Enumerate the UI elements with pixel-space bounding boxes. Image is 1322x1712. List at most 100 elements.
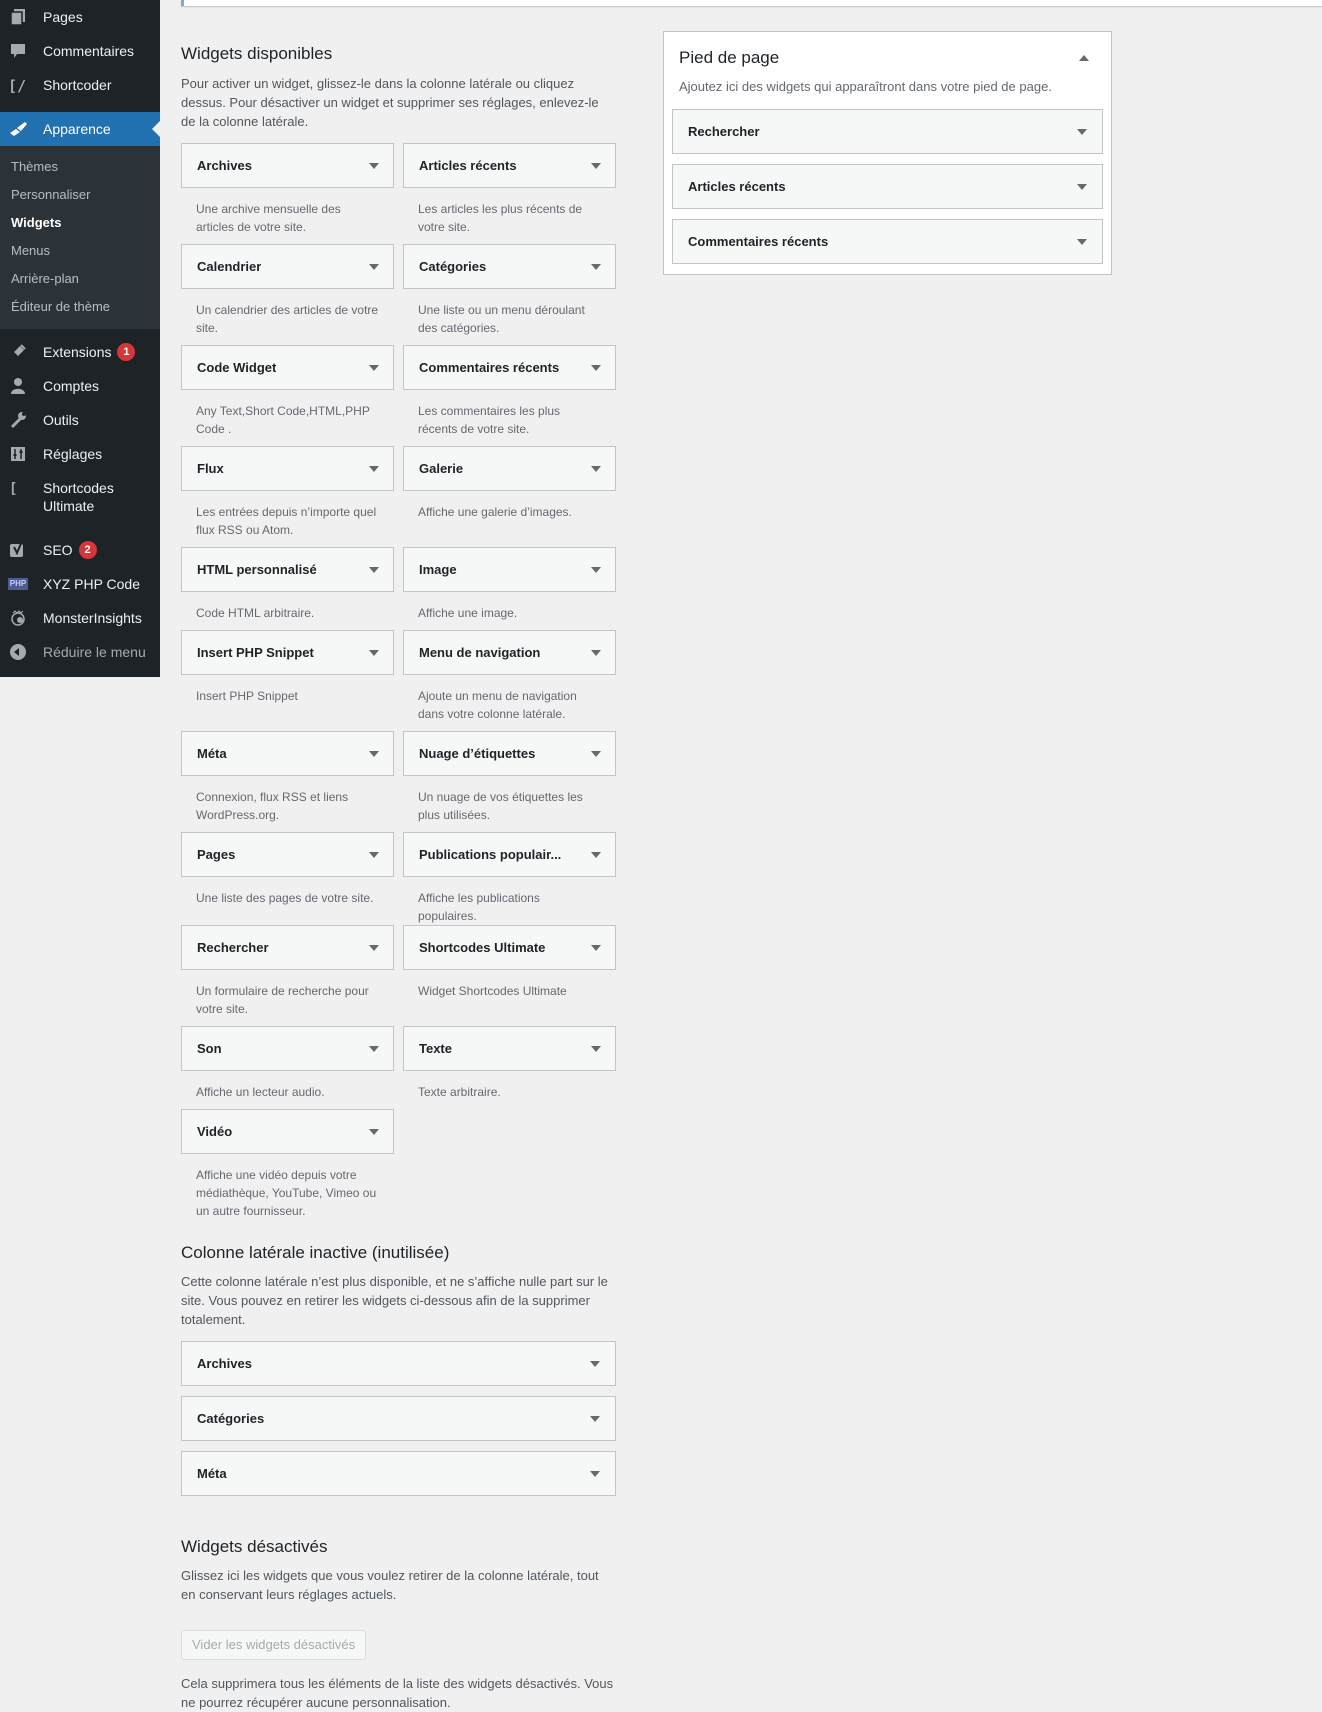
widget-handle[interactable]: Insert PHP Snippet	[181, 630, 394, 675]
expand-arrow-icon[interactable]	[1077, 183, 1087, 190]
footer-sidebar-widgets: Rechercher Articles récents Commentaires r…	[672, 109, 1103, 264]
available-widget[interactable]: Son Affiche un lecteur audio.	[181, 1026, 394, 1109]
menu-item-pages[interactable]: Pages	[0, 0, 160, 34]
widget-handle[interactable]: Méta	[181, 731, 394, 776]
available-widget[interactable]: Vidéo Affiche une vidéo depuis votre médi…	[181, 1109, 394, 1220]
menu-item-monsterinsights[interactable]: MonsterInsights	[0, 601, 160, 635]
submenu-item-widgets[interactable]: Widgets	[0, 209, 160, 237]
expand-arrow-icon[interactable]	[369, 263, 379, 270]
inactive-widget[interactable]: Archives	[181, 1341, 616, 1386]
expand-arrow-icon[interactable]	[591, 1045, 601, 1052]
footer-widget[interactable]: Rechercher	[672, 109, 1103, 154]
available-widget[interactable]: Archives Une archive mensuelle des articl…	[181, 143, 394, 244]
widget-handle[interactable]: Menu de navigation	[403, 630, 616, 675]
menu-item-xyz-php-code[interactable]: PHP XYZ PHP Code	[0, 567, 160, 601]
expand-arrow-icon[interactable]	[591, 566, 601, 573]
available-widget[interactable]: Méta Connexion, flux RSS et liens WordPre…	[181, 731, 394, 832]
available-widget[interactable]: Articles récents Les articles les plus ré…	[403, 143, 616, 244]
widget-handle[interactable]: Pages	[181, 832, 394, 877]
widget-handle[interactable]: Catégories	[403, 244, 616, 289]
widget-handle[interactable]: Shortcodes Ultimate	[403, 925, 616, 970]
expand-arrow-icon[interactable]	[591, 364, 601, 371]
widget-handle[interactable]: Son	[181, 1026, 394, 1071]
submenu-item--diteur-de-th-me[interactable]: Éditeur de thème	[0, 293, 160, 321]
expand-arrow-icon[interactable]	[369, 750, 379, 757]
available-widget[interactable]: Menu de navigation Ajoute un menu de navi…	[403, 630, 616, 731]
inactive-widget[interactable]: Catégories	[181, 1396, 616, 1441]
expand-arrow-icon[interactable]	[369, 364, 379, 371]
menu-item-outils[interactable]: Outils	[0, 403, 160, 437]
menu-item-appearance[interactable]: Apparence	[0, 112, 160, 146]
widget-handle[interactable]: Image	[403, 547, 616, 592]
available-widget[interactable]: Shortcodes Ultimate Widget Shortcodes Ult…	[403, 925, 616, 1026]
expand-arrow-icon[interactable]	[369, 465, 379, 472]
clear-disabled-widgets-button[interactable]: Vider les widgets désactivés	[181, 1630, 367, 1660]
expand-arrow-icon[interactable]	[1077, 238, 1087, 245]
widget-handle[interactable]: Commentaires récents	[403, 345, 616, 390]
expand-arrow-icon[interactable]	[590, 1360, 600, 1367]
widget-handle[interactable]: Galerie	[403, 446, 616, 491]
submenu-item-menus[interactable]: Menus	[0, 237, 160, 265]
expand-arrow-icon[interactable]	[369, 162, 379, 169]
submenu-item-th-mes[interactable]: Thèmes	[0, 153, 160, 181]
widget-handle[interactable]: Texte	[403, 1026, 616, 1071]
available-widget[interactable]: HTML personnalisé Code HTML arbitraire.	[181, 547, 394, 630]
available-widget[interactable]: Nuage d’étiquettes Un nuage de vos étique…	[403, 731, 616, 832]
menu-item-r-glages[interactable]: Réglages	[0, 437, 160, 471]
widget-handle[interactable]: Nuage d’étiquettes	[403, 731, 616, 776]
menu-item-shortcodes-ultimate[interactable]: [ ] Shortcodes Ultimate	[0, 471, 160, 523]
expand-arrow-icon[interactable]	[1077, 128, 1087, 135]
expand-arrow-icon[interactable]	[369, 944, 379, 951]
menu-item-shortcoder[interactable]: [/] Shortcoder	[0, 68, 160, 102]
expand-arrow-icon[interactable]	[369, 851, 379, 858]
available-widget[interactable]: Rechercher Un formulaire de recherche pou…	[181, 925, 394, 1026]
expand-arrow-icon[interactable]	[591, 750, 601, 757]
widget-title: Méta	[197, 1466, 227, 1481]
available-widget[interactable]: Insert PHP Snippet Insert PHP Snippet	[181, 630, 394, 731]
widget-handle[interactable]: HTML personnalisé	[181, 547, 394, 592]
expand-arrow-icon[interactable]	[591, 465, 601, 472]
expand-arrow-icon[interactable]	[369, 566, 379, 573]
footer-widget[interactable]: Commentaires récents	[672, 219, 1103, 264]
submenu-item-personnaliser[interactable]: Personnaliser	[0, 181, 160, 209]
expand-arrow-icon[interactable]	[369, 1128, 379, 1135]
inactive-widget[interactable]: Méta	[181, 1451, 616, 1496]
available-widget[interactable]: Commentaires récents Les commentaires les…	[403, 345, 616, 446]
expand-arrow-icon[interactable]	[591, 162, 601, 169]
available-widget[interactable]: Code Widget Any Text,Short Code,HTML,PHP …	[181, 345, 394, 446]
available-widget[interactable]: Catégories Une liste ou un menu déroulant…	[403, 244, 616, 345]
menu-item-seo[interactable]: SEO 2	[0, 533, 160, 567]
widget-handle[interactable]: Code Widget	[181, 345, 394, 390]
expand-arrow-icon[interactable]	[591, 851, 601, 858]
available-widget[interactable]: Image Affiche une image.	[403, 547, 616, 630]
expand-arrow-icon[interactable]	[591, 263, 601, 270]
expand-arrow-icon[interactable]	[590, 1470, 600, 1477]
available-widget[interactable]: Galerie Affiche une galerie d’images.	[403, 446, 616, 547]
expand-arrow-icon[interactable]	[591, 944, 601, 951]
expand-arrow-icon[interactable]	[591, 649, 601, 656]
widget-handle[interactable]: Publications populair...	[403, 832, 616, 877]
available-widget[interactable]: Calendrier Un calendrier des articles de …	[181, 244, 394, 345]
available-widget[interactable]: Flux Les entrées depuis n’importe quel fl…	[181, 446, 394, 547]
menu-item-extensions[interactable]: Extensions 1	[0, 335, 160, 369]
menu-item-comptes[interactable]: Comptes	[0, 369, 160, 403]
widget-title: Catégories	[419, 259, 487, 274]
available-widget[interactable]: Pages Une liste des pages de votre site.	[181, 832, 394, 925]
available-widget[interactable]: Publications populair... Affiche les publ…	[403, 832, 616, 925]
collapse-menu-button[interactable]: Réduire le menu	[0, 635, 160, 669]
widget-handle[interactable]: Vidéo	[181, 1109, 394, 1154]
widget-handle[interactable]: Rechercher	[181, 925, 394, 970]
menu-item-commentaires[interactable]: Commentaires	[0, 34, 160, 68]
expand-arrow-icon[interactable]	[369, 649, 379, 656]
widget-handle[interactable]: Calendrier	[181, 244, 394, 289]
collapse-arrow-icon[interactable]	[1079, 55, 1089, 61]
footer-widget[interactable]: Articles récents	[672, 164, 1103, 209]
widget-handle[interactable]: Archives	[181, 143, 394, 188]
widget-handle[interactable]: Flux	[181, 446, 394, 491]
footer-sidebar-header[interactable]: Pied de page	[672, 32, 1103, 68]
available-widget[interactable]: Texte Texte arbitraire.	[403, 1026, 616, 1109]
widget-handle[interactable]: Articles récents	[403, 143, 616, 188]
expand-arrow-icon[interactable]	[369, 1045, 379, 1052]
expand-arrow-icon[interactable]	[590, 1415, 600, 1422]
submenu-item-arri-re-plan[interactable]: Arrière-plan	[0, 265, 160, 293]
